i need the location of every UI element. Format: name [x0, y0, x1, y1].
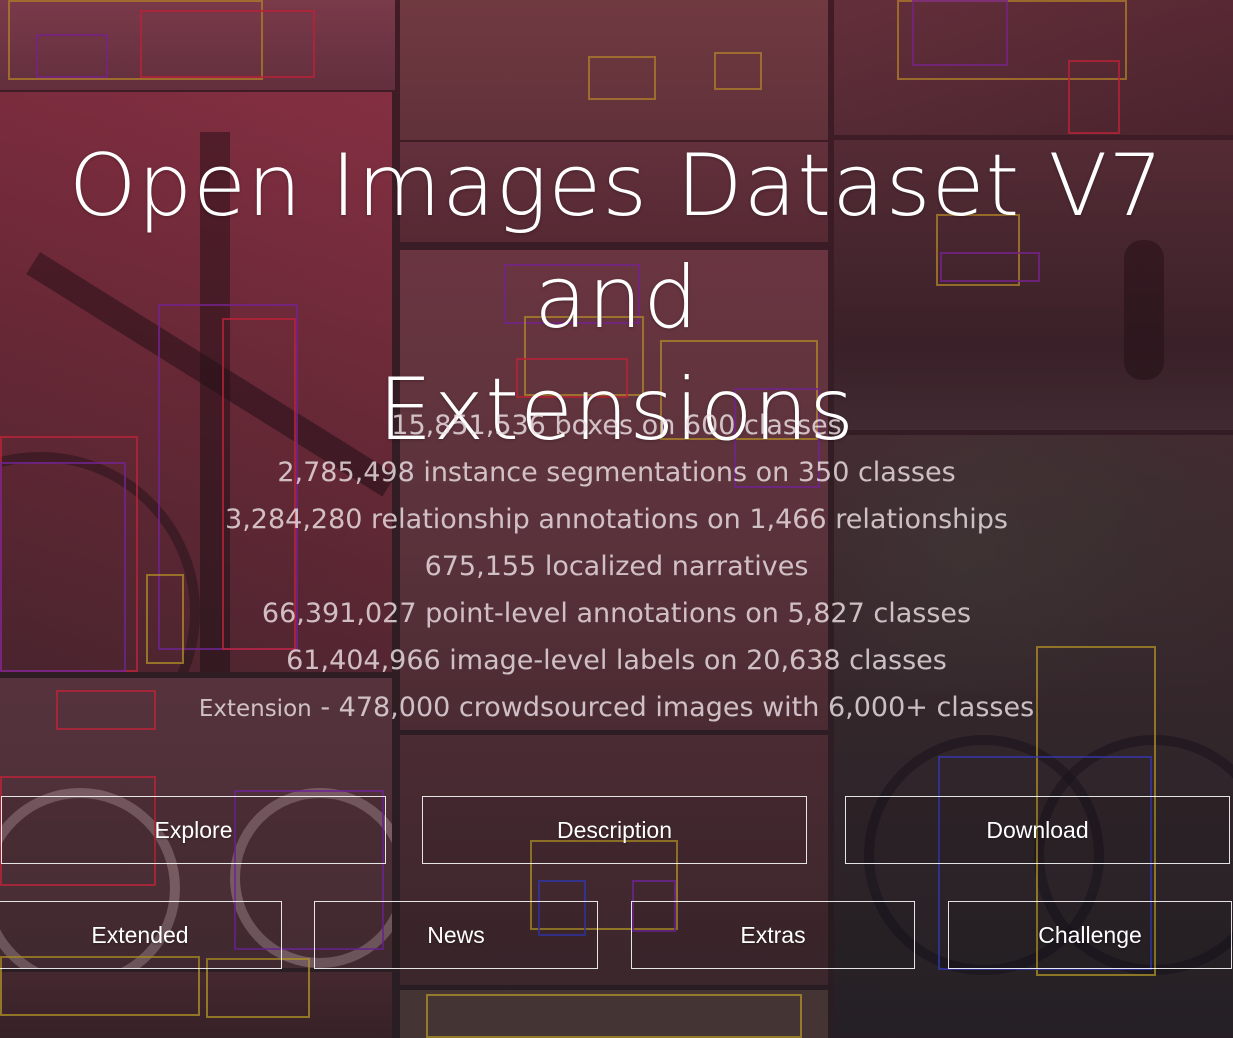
news-button[interactable]: News [314, 901, 598, 969]
extension-prefix: Extension [198, 696, 312, 722]
challenge-button[interactable]: Challenge [948, 901, 1232, 969]
extras-button[interactable]: Extras [631, 901, 915, 969]
stat-image-level-labels: 61,404,966 image-level labels on 20,638 … [286, 645, 947, 676]
stat-instance-segmentations: 2,785,498 instance segmentations on 350 … [277, 457, 956, 488]
page-title-line-1: Open Images Dataset V7 and [68, 136, 1165, 348]
dataset-stats-list: 15,851,536 boxes on 600 classes 2,785,49… [0, 402, 1233, 731]
extension-text: - 478,000 crowdsourced images with 6,000… [311, 692, 1035, 723]
download-button[interactable]: Download [845, 796, 1230, 864]
stat-extension: Extension - 478,000 crowdsourced images … [0, 684, 1233, 731]
hero-section: Open Images Dataset V7 and Extensions 15… [0, 0, 1233, 1038]
stat-point-level-annotations: 66,391,027 point-level annotations on 5,… [261, 598, 972, 629]
description-button[interactable]: Description [422, 796, 807, 864]
stat-boxes: 15,851,536 boxes on 600 classes [391, 410, 842, 441]
stat-localized-narratives: 675,155 localized narratives [424, 551, 809, 582]
explore-button[interactable]: Explore [1, 796, 386, 864]
extended-button[interactable]: Extended [0, 901, 282, 969]
stat-relationship-annotations: 3,284,280 relationship annotations on 1,… [225, 504, 1008, 535]
